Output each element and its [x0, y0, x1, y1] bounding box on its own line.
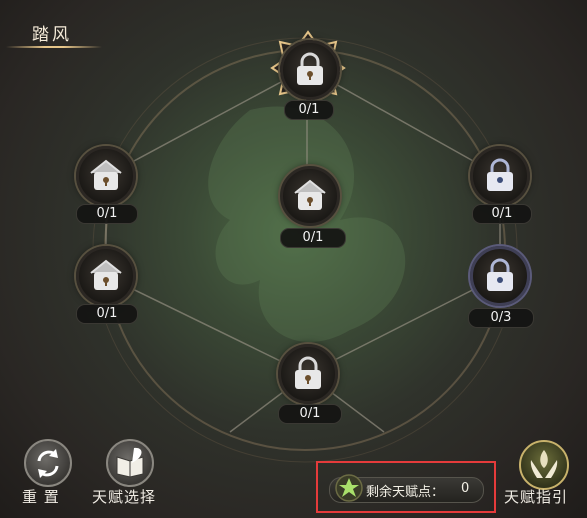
- node-count: 0/1: [280, 228, 346, 248]
- lock-icon: [90, 259, 122, 290]
- talent-node-top[interactable]: 0/1: [270, 30, 346, 122]
- talent-node-left-lower[interactable]: 0/1: [76, 246, 138, 326]
- talent-guide-label: 天赋指引: [504, 488, 569, 506]
- refresh-icon: [37, 449, 59, 478]
- talent-node-bottom[interactable]: 0/1: [276, 344, 342, 426]
- lock-icon: [487, 258, 513, 291]
- node-count: 0/1: [284, 100, 334, 120]
- talent-guide-button[interactable]: [519, 440, 569, 490]
- hands-emblem-icon: [530, 450, 558, 478]
- node-count: 0/1: [76, 204, 138, 224]
- talent-node-center[interactable]: 0/1: [278, 166, 346, 248]
- talent-node-right-upper[interactable]: 0/1: [470, 146, 532, 226]
- reset-button[interactable]: [24, 439, 72, 487]
- talent-tree-title: 踏风: [6, 14, 102, 54]
- node-count: 0/3: [468, 308, 534, 328]
- reset-label: 重 置: [22, 488, 60, 506]
- talent-node-right-lower[interactable]: 0/3: [468, 246, 534, 330]
- lock-icon: [295, 356, 321, 389]
- title-text: 踏风: [32, 25, 72, 45]
- remaining-points-value: 0: [461, 481, 470, 496]
- node-count: 0/1: [76, 304, 138, 324]
- lock-icon: [487, 158, 513, 191]
- talent-point-icon: [335, 474, 363, 502]
- talent-select-button[interactable]: [106, 439, 154, 487]
- node-count: 0/1: [472, 204, 532, 224]
- talent-node-left-upper[interactable]: 0/1: [76, 146, 138, 226]
- lock-icon: [294, 179, 326, 210]
- remaining-points-label: 剩余天赋点：: [366, 485, 445, 500]
- lock-icon: [297, 52, 323, 85]
- lock-icon: [90, 159, 122, 190]
- node-count: 0/1: [278, 404, 342, 424]
- title-underline: [6, 46, 102, 48]
- talent-select-label: 天赋选择: [92, 488, 157, 506]
- book-quill-icon: [116, 447, 144, 478]
